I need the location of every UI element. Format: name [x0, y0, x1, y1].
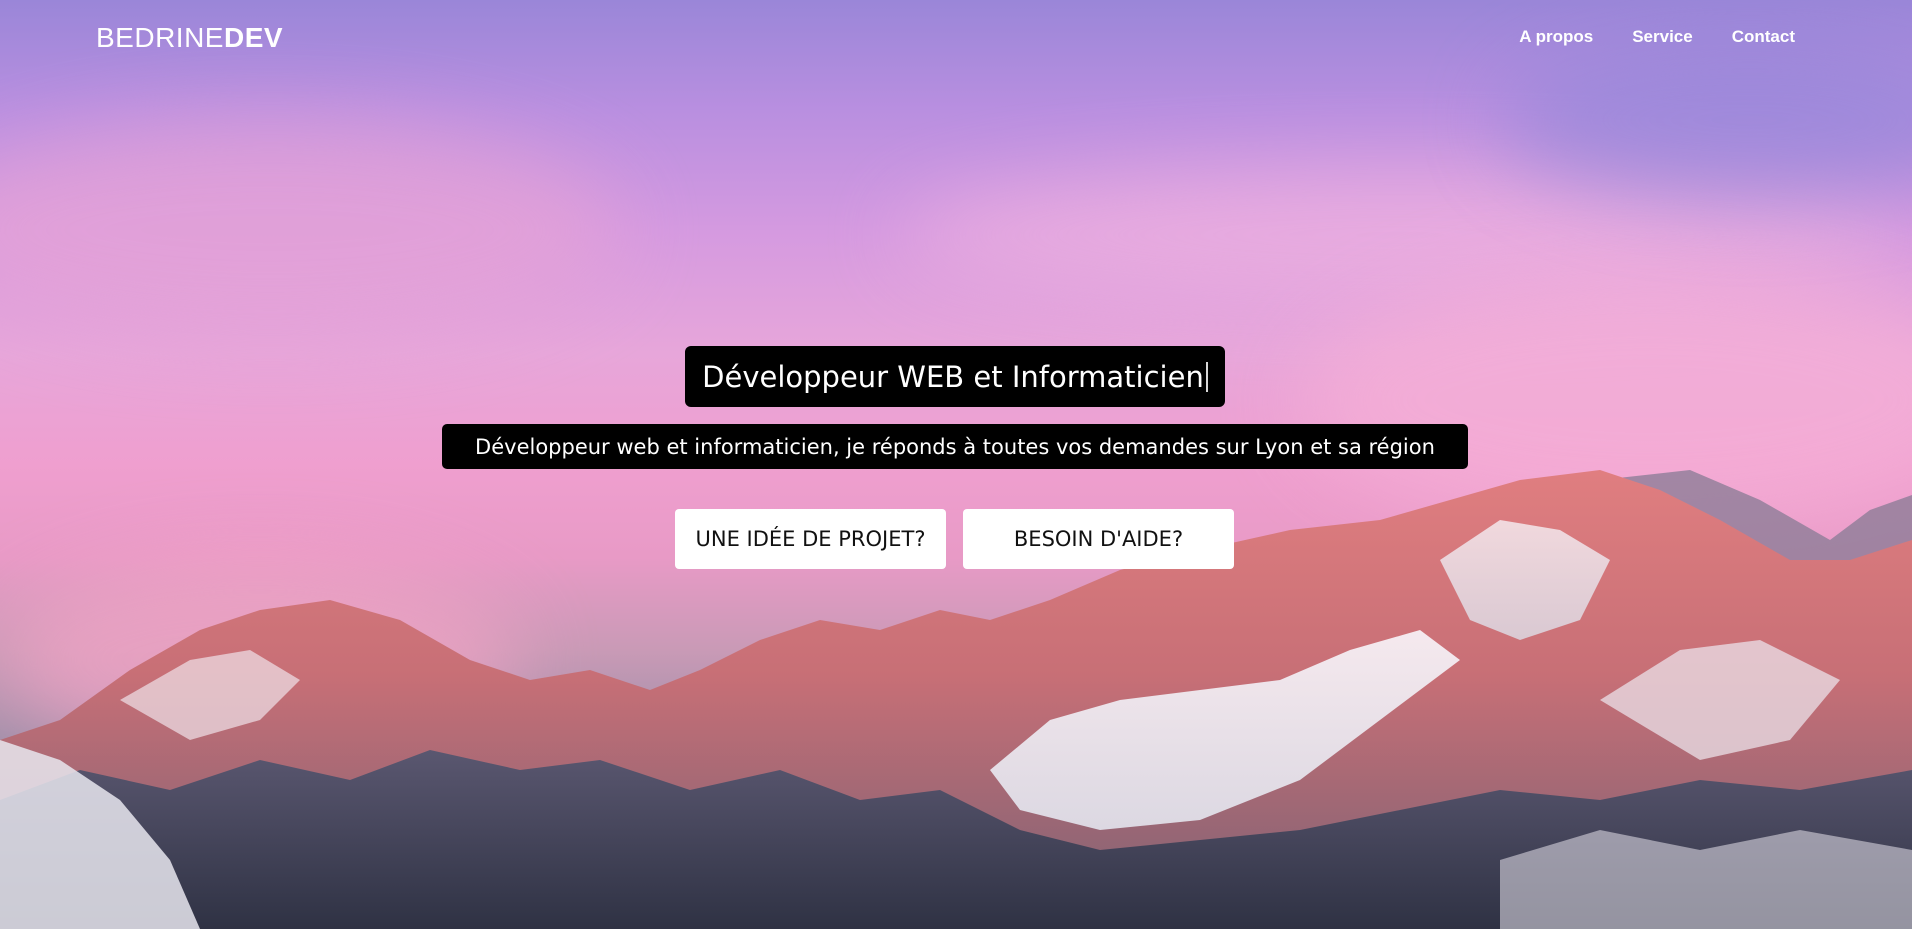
nav-link-service[interactable]: Service	[1632, 27, 1693, 47]
typing-caret	[1205, 361, 1208, 392]
hero-title: Développeur WEB et Informaticien	[702, 359, 1204, 394]
hero-subtitle: Développeur web et informaticien, je rép…	[475, 434, 1435, 459]
nav-link-contact[interactable]: Contact	[1732, 27, 1795, 47]
need-help-button[interactable]: BESOIN D'AIDE?	[963, 509, 1234, 569]
hero-title-box: Développeur WEB et Informaticien	[685, 346, 1225, 407]
project-idea-button[interactable]: UNE IDÉE DE PROJET?	[675, 509, 946, 569]
nav-link-a-propos[interactable]: A propos	[1519, 27, 1593, 47]
hero-subtitle-box: Développeur web et informaticien, je rép…	[442, 424, 1468, 469]
top-navbar: BEDRINEDEV A propos Service Contact	[0, 0, 1912, 76]
nav-links: A propos Service Contact	[1519, 27, 1795, 47]
brand-logo[interactable]: BEDRINEDEV	[96, 22, 283, 54]
hero-page: BEDRINEDEV A propos Service Contact Déve…	[0, 0, 1912, 929]
brand-bold-text: DEV	[223, 22, 284, 53]
brand-light-text: BEDRINE	[96, 22, 224, 53]
